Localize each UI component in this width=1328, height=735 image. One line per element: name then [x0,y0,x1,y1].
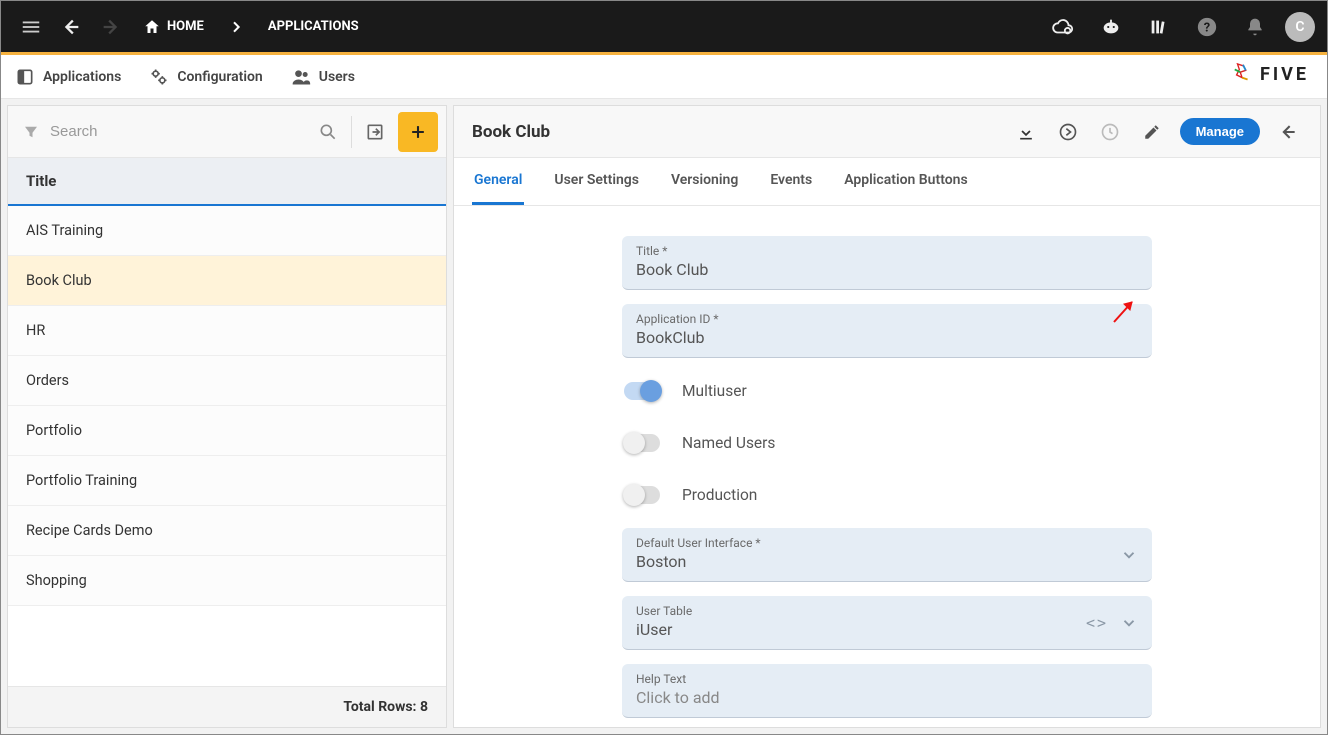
list-item[interactable]: Portfolio [8,406,446,456]
toggle-multiuser[interactable] [624,382,660,400]
chevron-down-icon [1120,614,1138,632]
nav-applications[interactable]: Applications [15,67,121,87]
tab-general[interactable]: General [472,158,524,205]
field-title-value: Book Club [636,260,1138,279]
list-body: AIS Training Book Club HR Orders Portfol… [8,206,446,686]
back-icon[interactable] [1274,118,1302,146]
nav-configuration-label: Configuration [177,69,262,85]
divider [351,116,352,148]
list-header[interactable]: Title [8,158,446,206]
library-icon[interactable] [1141,9,1177,45]
forward-arrow-icon [93,9,129,45]
import-icon[interactable] [358,115,392,149]
field-help-text-placeholder: Click to add [636,688,1138,707]
list-item[interactable]: Orders [8,356,446,406]
svg-text:?: ? [1204,20,1210,35]
list-item[interactable]: Shopping [8,556,446,606]
nav-configuration[interactable]: Configuration [149,67,262,87]
toggle-production[interactable] [624,486,660,504]
breadcrumb-applications[interactable]: APPLICATIONS [258,19,369,34]
side-panel: Title AIS Training Book Club HR Orders P… [7,105,447,728]
cloud-icon[interactable] [1045,9,1081,45]
tab-user-settings[interactable]: User Settings [552,158,641,205]
breadcrumb-applications-label: APPLICATIONS [268,19,359,34]
list-header-label: Title [26,172,56,190]
brand-label: FIVE [1260,64,1309,85]
field-title[interactable]: Title * Book Club [622,236,1152,290]
field-title-label: Title * [636,244,1138,258]
detail-panel: Book Club Manage [453,105,1321,728]
topbar-left: HOME APPLICATIONS [13,9,369,45]
topbar: HOME APPLICATIONS ? C [1,1,1327,55]
nav-users[interactable]: Users [291,67,355,87]
list-item[interactable]: HR [8,306,446,356]
list-item[interactable]: Recipe Cards Demo [8,506,446,556]
toggle-production-label: Production [682,486,757,504]
avatar[interactable]: C [1285,12,1315,42]
back-arrow-icon[interactable] [53,9,89,45]
tab-versioning[interactable]: Versioning [669,158,740,205]
field-application-id[interactable]: Application ID * BookClub [622,304,1152,358]
side-footer: Total Rows: 8 [8,686,446,727]
manage-button[interactable]: Manage [1180,118,1260,145]
toggle-named-users[interactable] [624,434,660,452]
code-icon[interactable]: <> [1086,614,1108,632]
search-field[interactable] [16,123,305,141]
toggle-named-users-row: Named Users [622,424,1152,462]
field-default-ui-value: Boston [636,552,1138,571]
tab-events[interactable]: Events [768,158,814,205]
help-icon[interactable]: ? [1189,9,1225,45]
search-icon[interactable] [311,115,345,149]
tab-application-buttons[interactable]: Application Buttons [842,158,969,205]
detail-actions: Manage [1012,118,1302,146]
avatar-initial: C [1295,19,1304,35]
toggle-named-users-label: Named Users [682,434,775,452]
download-icon[interactable] [1012,118,1040,146]
toggle-multiuser-label: Multiuser [682,382,747,400]
main: Title AIS Training Book Club HR Orders P… [1,99,1327,734]
manage-button-label: Manage [1196,124,1244,139]
topbar-right: ? C [1045,9,1315,45]
bot-icon[interactable] [1093,9,1129,45]
second-nav: Applications Configuration Users FIVE [1,55,1327,99]
field-application-id-value: BookClub [636,328,1138,347]
filter-icon [22,123,40,141]
list-item[interactable]: Book Club [8,256,446,306]
chevron-down-icon [1120,546,1138,564]
total-rows-label: Total Rows: 8 [343,699,428,715]
toggle-production-row: Production [622,476,1152,514]
nav-users-label: Users [319,69,355,85]
field-help-text-label: Help Text [636,672,1138,686]
search-input[interactable] [50,123,299,140]
add-button[interactable] [398,112,438,152]
edit-icon[interactable] [1138,118,1166,146]
detail-header: Book Club Manage [454,106,1320,158]
field-user-table-value: iUser [636,620,1138,639]
chevron-right-icon [218,9,254,45]
form-area: Title * Book Club Application ID * BookC… [454,206,1320,727]
field-application-id-label: Application ID * [636,312,1138,326]
field-default-ui[interactable]: Default User Interface * Boston [622,528,1152,582]
brand-logo: FIVE [1232,63,1309,85]
field-help-text[interactable]: Help Text Click to add [622,664,1152,718]
bell-icon[interactable] [1237,9,1273,45]
breadcrumb-home-label: HOME [167,19,204,34]
deploy-icon[interactable] [1054,118,1082,146]
history-icon[interactable] [1096,118,1124,146]
side-search-bar [8,106,446,158]
field-user-table-label: User Table [636,604,1138,618]
field-default-ui-label: Default User Interface * [636,536,1138,550]
toggle-multiuser-row: Multiuser [622,372,1152,410]
list-item[interactable]: AIS Training [8,206,446,256]
nav-applications-label: Applications [43,69,121,85]
field-user-table[interactable]: User Table iUser <> [622,596,1152,650]
list-item[interactable]: Portfolio Training [8,456,446,506]
breadcrumb-home[interactable]: HOME [133,18,214,36]
detail-title: Book Club [472,122,1012,142]
detail-tabs: General User Settings Versioning Events … [454,158,1320,206]
menu-icon[interactable] [13,9,49,45]
